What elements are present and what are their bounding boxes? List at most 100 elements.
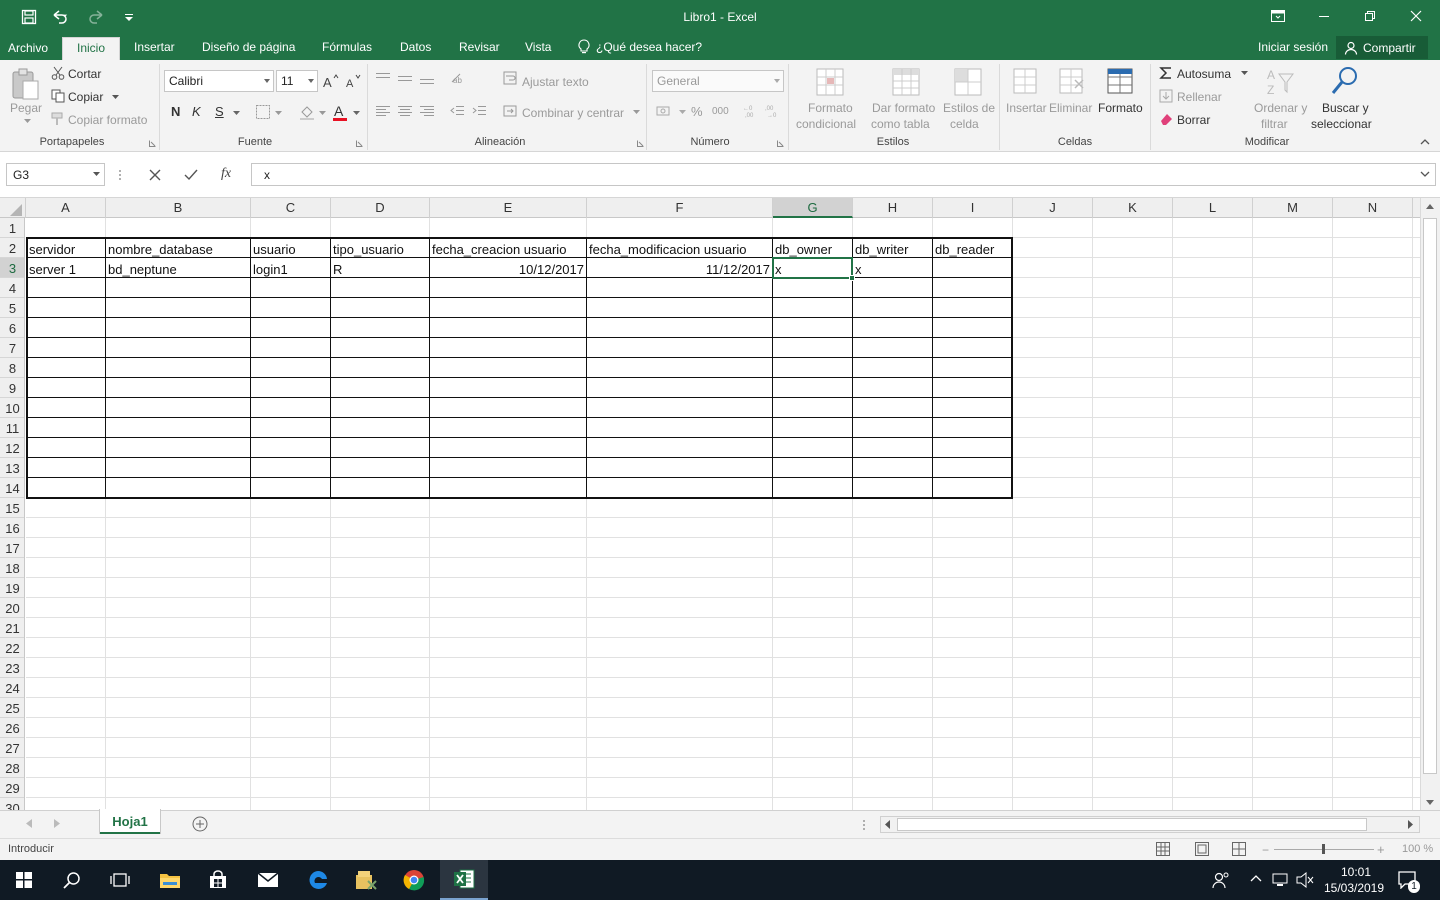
font-size-select[interactable]: 11	[276, 70, 318, 92]
header-cell[interactable]: db_writer	[853, 239, 932, 259]
row-header[interactable]: 26	[0, 718, 24, 738]
app-pinned-icon[interactable]	[342, 860, 390, 900]
merge-center-button[interactable]: Combinar y centrar	[522, 106, 624, 120]
row-header[interactable]: 20	[0, 598, 24, 618]
data-cell[interactable]: 11/12/2017	[587, 259, 772, 279]
paste-label[interactable]: Pegar	[10, 101, 42, 115]
people-icon[interactable]	[1212, 871, 1230, 889]
file-explorer-icon[interactable]	[146, 860, 194, 900]
edge-browser-icon[interactable]	[294, 860, 342, 900]
scissors-icon[interactable]	[50, 66, 66, 80]
tab-archivo[interactable]: Archivo	[8, 41, 48, 55]
ribbon-display-options-icon[interactable]	[1255, 0, 1301, 32]
page-layout-view-icon[interactable]	[1195, 842, 1209, 856]
fill-down-icon[interactable]	[1158, 88, 1174, 104]
row-header[interactable]: 9	[0, 378, 24, 398]
header-cell[interactable]: db_reader	[933, 239, 1012, 259]
format-cells-icon[interactable]	[1104, 64, 1136, 98]
tab-datos[interactable]: Datos	[400, 40, 431, 54]
sort-filter-label-1[interactable]: Ordenar y	[1254, 101, 1307, 115]
format-painter-icon[interactable]	[50, 112, 66, 126]
column-header-n[interactable]: N	[1333, 198, 1413, 218]
find-select-icon[interactable]	[1328, 64, 1362, 98]
horizontal-scrollbar[interactable]	[880, 816, 1420, 833]
header-cell[interactable]: nombre_database	[106, 239, 250, 259]
cell-styles-icon[interactable]	[950, 64, 986, 100]
windows-start-icon[interactable]	[0, 860, 48, 900]
worksheet-grid[interactable]: servidor nombre_database usuario tipo_us…	[26, 218, 1420, 810]
row-header[interactable]: 4	[0, 278, 24, 298]
format-as-table-label-2[interactable]: como tabla	[871, 117, 930, 131]
align-center-icon[interactable]	[396, 103, 414, 119]
row-header[interactable]: 30	[0, 798, 24, 810]
zoom-level[interactable]: 100 %	[1402, 843, 1433, 855]
horizontal-scroll-thumb[interactable]	[897, 818, 1367, 831]
minimize-icon[interactable]	[1301, 0, 1347, 32]
eraser-icon[interactable]	[1158, 111, 1174, 127]
wrap-text-button[interactable]: Ajustar texto	[522, 75, 589, 89]
align-left-icon[interactable]	[374, 103, 392, 119]
conditional-format-icon[interactable]	[812, 64, 848, 100]
find-select-label-1[interactable]: Buscar y	[1322, 101, 1369, 115]
borders-icon[interactable]	[254, 103, 272, 121]
prev-sheet-icon[interactable]	[26, 819, 32, 828]
decrease-indent-icon[interactable]	[448, 103, 466, 119]
chrome-icon[interactable]	[390, 860, 438, 900]
align-right-icon[interactable]	[418, 103, 436, 119]
header-cell[interactable]: usuario	[251, 239, 330, 259]
row-header[interactable]: 19	[0, 578, 24, 598]
scroll-left-icon[interactable]	[885, 820, 890, 829]
close-icon[interactable]	[1393, 0, 1439, 32]
cancel-entry-icon[interactable]	[146, 166, 164, 184]
fill-handle[interactable]	[849, 275, 855, 281]
confirm-entry-icon[interactable]	[182, 166, 200, 184]
column-header-f[interactable]: F	[587, 198, 773, 218]
zoom-out-icon[interactable]: −	[1262, 843, 1269, 857]
underline-button[interactable]: S	[215, 104, 224, 119]
sort-filter-icon[interactable]: AZ	[1264, 65, 1296, 99]
data-cell[interactable]	[933, 259, 1012, 279]
conditional-format-label-2[interactable]: condicional	[796, 117, 856, 131]
row-header[interactable]: 21	[0, 618, 24, 638]
conditional-format-label-1[interactable]: Formato	[808, 101, 853, 115]
tab-inicio[interactable]: Inicio	[62, 37, 121, 60]
vertical-scroll-thumb[interactable]	[1423, 218, 1437, 774]
column-header-j[interactable]: J	[1013, 198, 1093, 218]
thousands-button[interactable]: 000	[712, 106, 729, 117]
scroll-right-icon[interactable]	[1408, 820, 1413, 829]
delete-cells-icon[interactable]	[1056, 64, 1086, 98]
row-header[interactable]: 25	[0, 698, 24, 718]
column-header-a[interactable]: A	[26, 198, 106, 218]
merge-center-icon[interactable]	[502, 103, 518, 119]
header-cell[interactable]: fecha_modificacion usuario	[587, 239, 772, 259]
sort-filter-label-2[interactable]: filtrar	[1261, 117, 1288, 131]
row-header[interactable]: 10	[0, 398, 24, 418]
tab-splitter-icon[interactable]	[862, 819, 866, 831]
column-header-k[interactable]: K	[1093, 198, 1173, 218]
autosum-button[interactable]: Autosuma	[1177, 67, 1231, 81]
decrease-decimal-icon[interactable]: ,00 →0	[764, 103, 782, 119]
delete-cells-label[interactable]: Eliminar	[1049, 101, 1092, 115]
page-break-view-icon[interactable]	[1232, 842, 1246, 856]
clear-button[interactable]: Borrar	[1177, 113, 1210, 127]
volume-icon[interactable]	[1296, 872, 1314, 888]
tab-vista[interactable]: Vista	[525, 40, 551, 54]
column-header-c[interactable]: C	[251, 198, 331, 218]
dialog-launcher-icon[interactable]	[148, 139, 156, 147]
insert-cells-label[interactable]: Insertar	[1006, 101, 1047, 115]
row-header[interactable]: 24	[0, 678, 24, 698]
column-header-e[interactable]: E	[430, 198, 587, 218]
formula-input[interactable]: x	[251, 163, 1436, 186]
cell-styles-label-2[interactable]: celda	[950, 117, 979, 131]
zoom-slider-thumb[interactable]	[1322, 844, 1325, 854]
currency-dropdown-icon[interactable]	[678, 109, 686, 115]
column-header-h[interactable]: H	[853, 198, 933, 218]
borders-dropdown-icon[interactable]	[274, 110, 282, 116]
excel-taskbar-icon[interactable]	[440, 860, 488, 900]
header-cell[interactable]: db_owner	[773, 239, 852, 259]
row-header[interactable]: 12	[0, 438, 24, 458]
copy-dropdown-icon[interactable]	[110, 93, 120, 101]
row-header[interactable]: 8	[0, 358, 24, 378]
row-header[interactable]: 11	[0, 418, 24, 438]
column-header-i[interactable]: I	[933, 198, 1013, 218]
